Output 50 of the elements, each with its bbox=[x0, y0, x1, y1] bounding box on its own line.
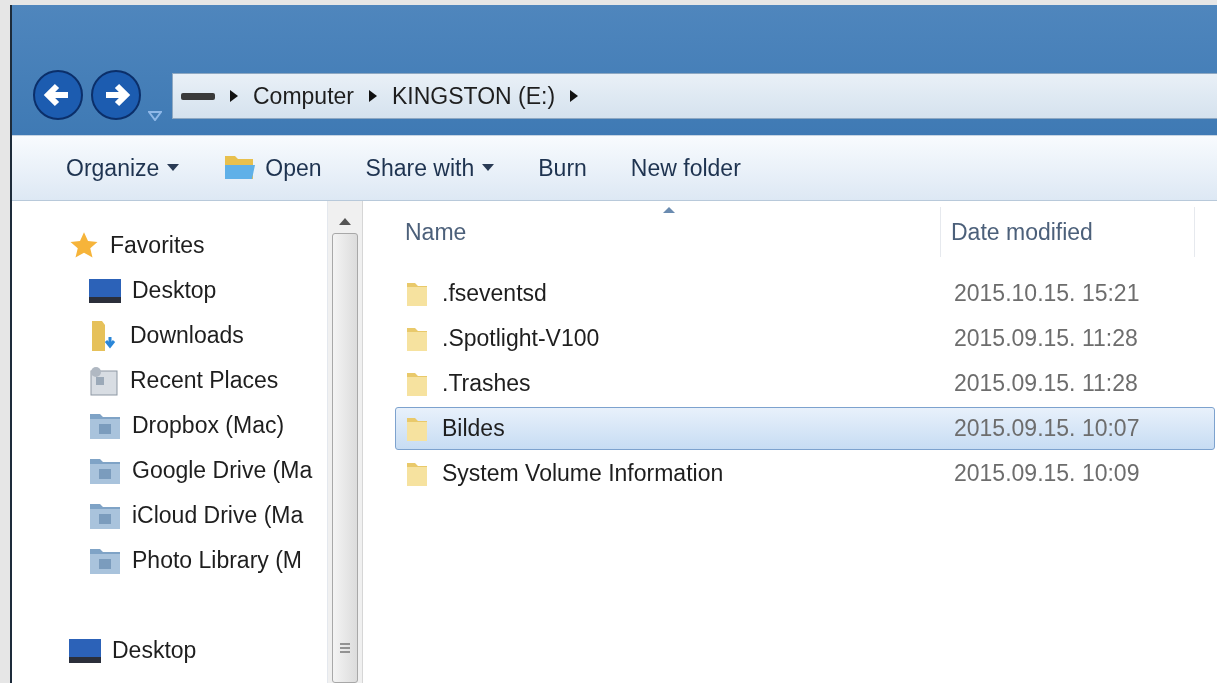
sidebar-item[interactable]: Photo Library (M bbox=[68, 538, 327, 583]
date-modified: 2015.09.15. 11:28 bbox=[953, 325, 1138, 352]
file-row[interactable]: System Volume Information 2015.09.15. 10:09 bbox=[395, 452, 1215, 495]
column-header[interactable]: Date modified bbox=[941, 207, 1195, 257]
file-name: .fseventsd bbox=[396, 278, 940, 309]
file-row[interactable]: Bildes 2015.09.15. 10:07 bbox=[395, 407, 1215, 450]
date-modified: 2015.09.15. 10:07 bbox=[953, 415, 1140, 442]
file-row[interactable]: .Trashes 2015.09.15. 11:28 bbox=[395, 362, 1215, 405]
date-modified: 2015.09.15. 10:09 bbox=[953, 460, 1140, 487]
toolbar-button[interactable]: Organize bbox=[66, 154, 180, 182]
sidebar-item[interactable]: Google Drive (Ma bbox=[68, 448, 327, 493]
breadcrumb-item[interactable]: KINGSTON (E:) bbox=[392, 82, 556, 110]
sidebar-item[interactable]: Dropbox (Mac) bbox=[68, 403, 327, 448]
sidebar-item[interactable]: iCloud Drive (Ma bbox=[68, 493, 327, 538]
file-name: Bildes bbox=[396, 413, 940, 444]
address-bar[interactable]: Computer KINGSTON (E:) bbox=[172, 73, 1217, 119]
file-name: System Volume Information bbox=[396, 458, 940, 489]
file-name: .Trashes bbox=[396, 368, 940, 399]
breadcrumb-item[interactable]: Computer bbox=[253, 82, 354, 110]
file-row[interactable]: .fseventsd 2015.10.15. 15:21 bbox=[395, 272, 1215, 315]
sidebar-item[interactable]: Downloads bbox=[68, 313, 327, 358]
forward-button[interactable] bbox=[90, 69, 142, 121]
toolbar-button[interactable]: Burn bbox=[538, 154, 587, 182]
sidebar-item[interactable]: Recent Places bbox=[68, 358, 327, 403]
date-modified: 2015.09.15. 11:28 bbox=[953, 370, 1138, 397]
sidebar-item[interactable]: Desktop bbox=[68, 268, 327, 313]
dropdown-caret-icon bbox=[167, 164, 180, 172]
sidebar-item[interactable]: Desktop bbox=[68, 628, 327, 673]
breadcrumb-arrow-icon[interactable] bbox=[569, 89, 580, 103]
column-header[interactable]: Name bbox=[395, 207, 941, 257]
dropdown-caret-icon bbox=[482, 164, 495, 172]
breadcrumb-arrow-icon[interactable] bbox=[368, 89, 378, 103]
file-name: .Spotlight-V100 bbox=[396, 323, 940, 354]
file-row[interactable]: .Spotlight-V100 2015.09.15. 11:28 bbox=[395, 317, 1215, 360]
date-modified: 2015.10.15. 15:21 bbox=[953, 280, 1140, 307]
toolbar-button[interactable]: Share with bbox=[365, 154, 495, 182]
toolbar-button[interactable]: Open bbox=[223, 153, 322, 183]
sidebar-item[interactable]: Favorites bbox=[68, 223, 327, 268]
toolbar-button[interactable]: New folder bbox=[630, 154, 741, 182]
desktop-icon bbox=[88, 277, 122, 304]
scrollbar-thumb[interactable] bbox=[332, 233, 358, 683]
breadcrumb-arrow-icon[interactable] bbox=[229, 89, 239, 103]
scroll-up-icon[interactable] bbox=[339, 217, 351, 225]
drive-icon bbox=[181, 91, 215, 101]
scrollbar[interactable] bbox=[328, 201, 363, 683]
grip-icon bbox=[339, 642, 351, 656]
back-button[interactable] bbox=[32, 69, 84, 121]
recent-places-icon bbox=[88, 364, 120, 397]
desktop-icon bbox=[68, 637, 102, 664]
sort-arrow-icon bbox=[663, 207, 675, 213]
